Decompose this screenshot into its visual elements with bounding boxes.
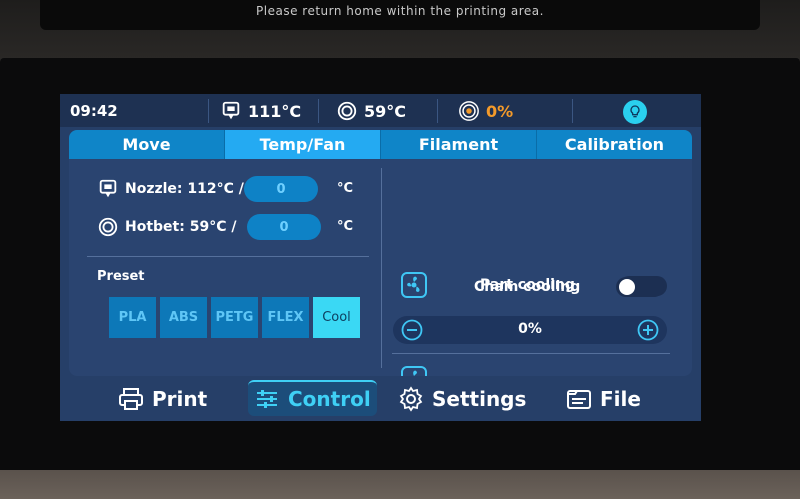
status-divider — [572, 99, 573, 123]
tab-move[interactable]: Move — [69, 130, 225, 159]
secondary-display-message: Please return home within the printing a… — [256, 4, 544, 18]
section-divider — [381, 168, 382, 368]
status-nozzle-temp: 111°C — [220, 100, 301, 122]
status-nozzle-value: 111°C — [248, 101, 302, 121]
printer-frame — [0, 470, 800, 499]
status-divider — [208, 99, 209, 123]
hotbed-unit: °C — [337, 219, 354, 234]
hotbed-temp-label: Hotbet: 59°C / — [125, 219, 237, 235]
nav-print-label: Print — [152, 387, 208, 411]
toggle-knob — [619, 279, 635, 295]
preset-label: Preset — [97, 269, 145, 284]
nozzle-temp-label: Nozzle: 112°C / — [125, 181, 244, 197]
nav-control-label: Control — [288, 387, 371, 411]
secondary-display: Please return home within the printing a… — [40, 0, 760, 30]
nozzle-icon — [220, 100, 242, 122]
temp-fan-panel: Move Temp/Fan Filament Calibration Nozzl… — [69, 130, 692, 376]
preset-petg-button[interactable]: PETG — [211, 297, 258, 338]
tab-bar: Move Temp/Fan Filament Calibration — [69, 130, 692, 159]
status-fan-value: 0% — [486, 101, 514, 121]
nav-file-label: File — [600, 387, 641, 411]
status-divider — [318, 99, 319, 123]
hotbed-target-input[interactable]: 0 — [247, 214, 321, 240]
part-cooling-fan-icon — [401, 272, 427, 298]
light-toggle[interactable] — [623, 100, 647, 124]
nav-print[interactable]: Print — [118, 380, 207, 418]
hotbed-temp-row: Hotbet: 59°C / — [97, 213, 236, 241]
bottom-navigation: Print Control Settings File — [60, 380, 701, 421]
status-divider — [437, 99, 438, 123]
part-cooling-speed-value: 0% — [518, 321, 542, 337]
nav-settings[interactable]: Settings — [398, 380, 526, 418]
nav-settings-label: Settings — [432, 387, 527, 411]
nozzle-unit: °C — [337, 181, 354, 196]
chamber-cooling-toggle[interactable] — [616, 277, 664, 297]
preset-flex-button[interactable]: FLEX — [262, 297, 309, 338]
tab-temp-fan[interactable]: Temp/Fan — [225, 130, 381, 159]
clock: 09:42 — [70, 102, 118, 120]
preset-buttons: PLA ABS PETG FLEX Cool — [109, 297, 360, 338]
chamber-cooling-fan-icon — [401, 366, 427, 376]
preset-pla-button[interactable]: PLA — [109, 297, 156, 338]
nozzle-icon — [97, 178, 119, 200]
part-cooling-speed-stepper: 0% — [393, 316, 667, 344]
nav-control[interactable]: Control — [248, 380, 377, 416]
status-bed-value: 59°C — [364, 101, 407, 121]
preset-cool-button[interactable]: Cool — [313, 297, 360, 338]
status-bed-temp: 59°C — [336, 100, 406, 122]
nozzle-target-input[interactable]: 0 — [244, 176, 318, 202]
file-icon — [566, 386, 592, 412]
preset-divider — [87, 256, 369, 257]
hotbed-icon — [97, 216, 119, 238]
fan-divider — [392, 353, 670, 354]
sliders-icon — [254, 386, 280, 412]
fan-speed-icon — [458, 100, 480, 122]
nav-file[interactable]: File — [566, 380, 641, 418]
tab-calibration[interactable]: Calibration — [537, 130, 692, 159]
preset-abs-button[interactable]: ABS — [160, 297, 207, 338]
light-bulb-icon[interactable] — [623, 100, 647, 124]
nozzle-temp-row: Nozzle: 112°C / — [97, 175, 244, 203]
status-bar: 09:42 111°C 59°C 0% — [60, 94, 701, 127]
status-fan-speed: 0% — [458, 100, 513, 122]
gear-icon — [398, 386, 424, 412]
increase-icon[interactable] — [637, 319, 659, 341]
touch-screen: 09:42 111°C 59°C 0% Move Temp/Fan Filame… — [60, 94, 701, 421]
printer-icon — [118, 386, 144, 412]
chamber-cooling-label: Cham cooling — [474, 279, 581, 295]
hotbed-icon — [336, 100, 358, 122]
tab-filament[interactable]: Filament — [381, 130, 537, 159]
